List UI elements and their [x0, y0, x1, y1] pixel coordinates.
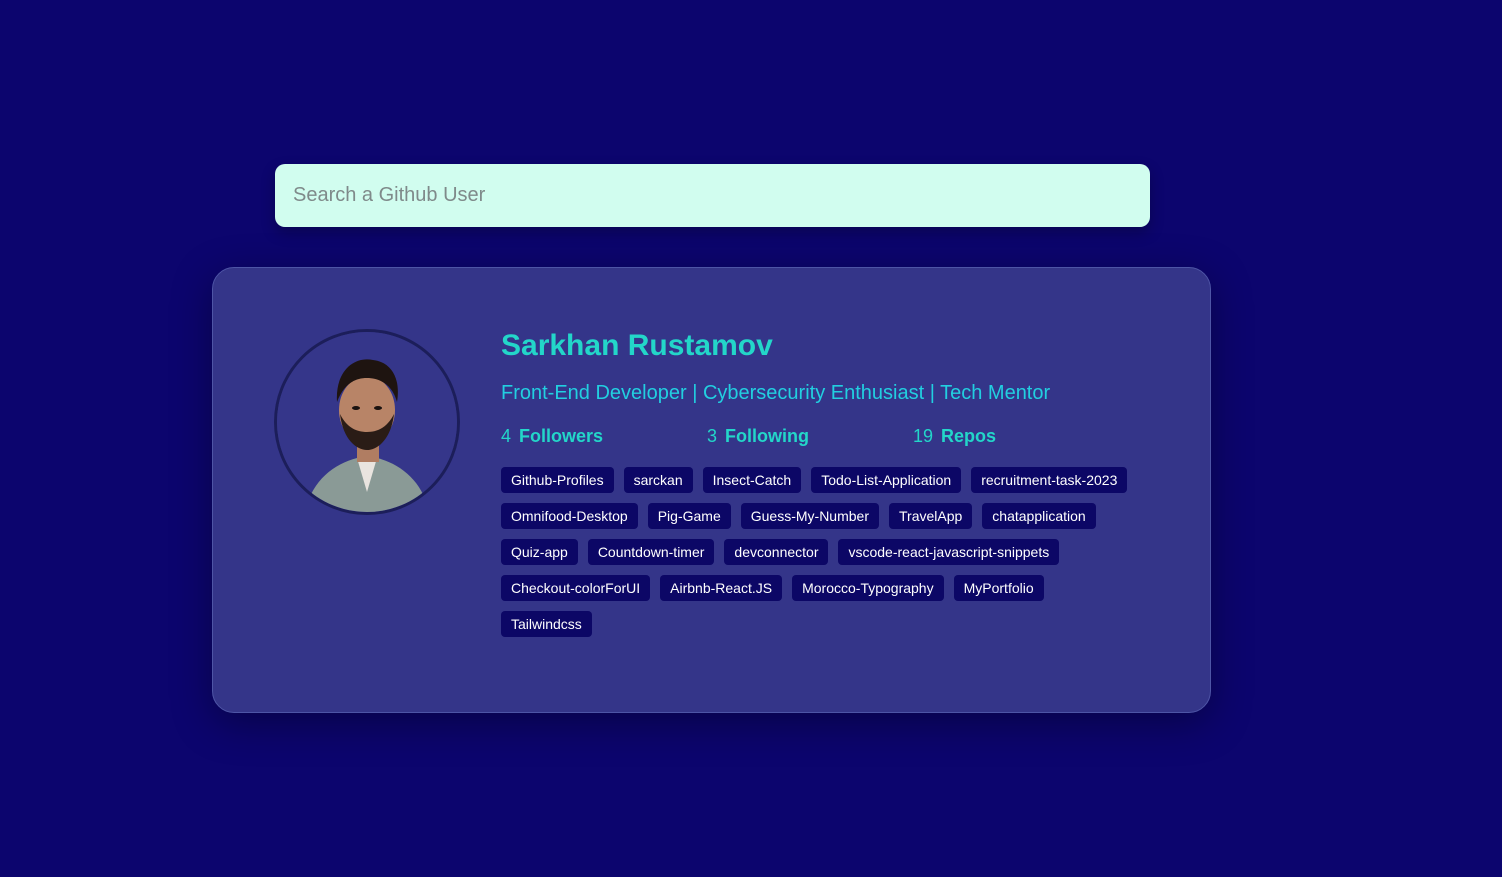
repo-link[interactable]: Github-Profiles	[501, 467, 614, 493]
repo-link[interactable]: Airbnb-React.JS	[660, 575, 783, 601]
repo-link[interactable]: Countdown-timer	[587, 539, 715, 565]
followers-count: 4	[501, 425, 512, 446]
repo-link[interactable]: Tailwindcss	[501, 611, 592, 637]
repo-link[interactable]: Todo-List-Application	[811, 467, 962, 493]
user-info: Sarkhan Rustamov Front-End Developer | C…	[501, 326, 1181, 647]
following-stat: 3 Following	[707, 426, 913, 447]
repos-label: Repos	[941, 425, 997, 446]
repo-link[interactable]: Omnifood-Desktop	[501, 503, 638, 529]
followers-label: Followers	[519, 425, 604, 446]
repo-link[interactable]: Guess-My-Number	[740, 503, 879, 529]
repo-link[interactable]: recruitment-task-2023	[971, 467, 1128, 493]
repos-count: 19	[913, 425, 934, 446]
following-label: Following	[725, 425, 809, 446]
user-bio: Front-End Developer | Cybersecurity Enth…	[501, 382, 1051, 404]
repo-link[interactable]: Morocco-Typography	[792, 575, 944, 601]
repo-link[interactable]: Checkout-colorForUI	[501, 575, 651, 601]
search-form	[275, 164, 1150, 227]
repo-list: Github-Profiles sarckan Insect-Catch Tod…	[501, 467, 1151, 647]
following-count: 3	[707, 425, 718, 446]
user-card: Sarkhan Rustamov Front-End Developer | C…	[212, 267, 1211, 713]
repo-link[interactable]: vscode-react-javascript-snippets	[838, 539, 1060, 565]
repo-link[interactable]: devconnector	[724, 539, 829, 565]
repo-link[interactable]: Quiz-app	[501, 539, 578, 565]
repos-stat: 19 Repos	[913, 426, 1119, 447]
profile-photo-icon	[277, 332, 457, 512]
repo-link[interactable]: Pig-Game	[647, 503, 731, 529]
avatar	[274, 329, 460, 515]
repo-link[interactable]: chatapplication	[982, 503, 1096, 529]
repo-link[interactable]: MyPortfolio	[953, 575, 1044, 601]
repo-link[interactable]: TravelApp	[889, 503, 973, 529]
user-name: Sarkhan Rustamov	[501, 329, 773, 362]
repo-link[interactable]: Insect-Catch	[702, 467, 802, 493]
repo-link[interactable]: sarckan	[623, 467, 693, 493]
user-stats: 4 Followers 3 Following 19 Repos	[501, 424, 1181, 448]
search-input[interactable]	[275, 164, 1150, 227]
followers-stat: 4 Followers	[501, 426, 707, 447]
